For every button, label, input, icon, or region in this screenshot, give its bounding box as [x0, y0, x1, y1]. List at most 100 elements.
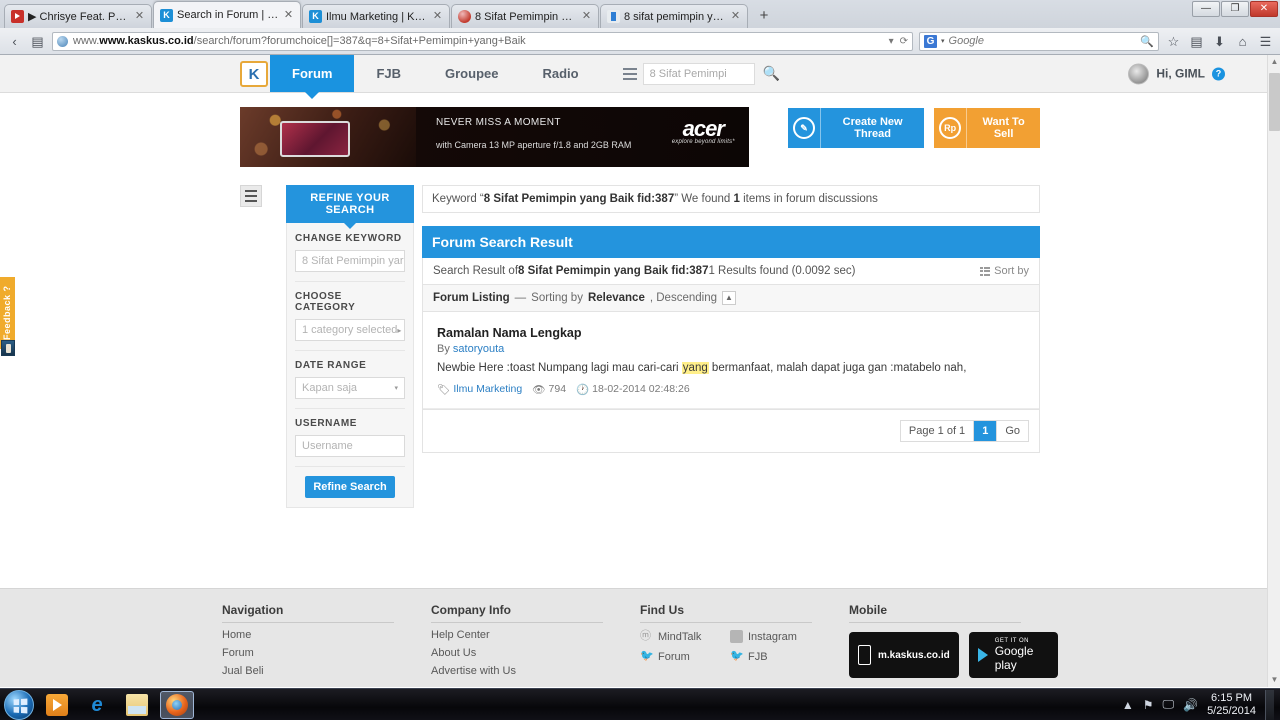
username-value: Username	[302, 440, 353, 452]
result-item[interactable]: Ramalan Nama Lengkap By satoryouta Newbi…	[423, 312, 1039, 409]
site-header: K Forum FJB Groupee Radio 8 Sifat Pemimp…	[0, 55, 1280, 93]
mobile-site-label: m.kaskus.co.id	[878, 649, 950, 661]
tab-close-icon[interactable]: ✕	[730, 11, 741, 22]
grid-menu-icon[interactable]	[619, 64, 641, 84]
browser-tab-3[interactable]: Ilmu Marketing | Kaskus - ... ✕	[302, 4, 450, 28]
kaskus-logo[interactable]: K	[240, 60, 268, 87]
feedback-tab[interactable]: Feedback ?	[0, 277, 15, 349]
windows-start-orb[interactable]	[4, 689, 34, 720]
network-icon[interactable]: ⚑	[1143, 698, 1154, 712]
acer-ad-banner[interactable]: NEVER MISS A MOMENT with Camera 13 MP ap…	[240, 107, 749, 167]
taskbar-item-firefox[interactable]	[160, 690, 194, 719]
home-icon[interactable]: ⌂	[1234, 33, 1251, 50]
find-us-mindtalk[interactable]: ⓜ MindTalk	[640, 630, 730, 643]
footer-link-forum[interactable]: Forum	[222, 647, 431, 659]
hamburger-menu-icon[interactable]: ☰	[1257, 33, 1274, 50]
browser-tab-4[interactable]: 8 Sifat Pemimpin yang Baik.. ✕	[451, 4, 599, 28]
reload-icon[interactable]: ⟳	[900, 36, 908, 47]
nav-tab-radio[interactable]: Radio	[520, 55, 600, 92]
page-number-1[interactable]: 1	[974, 420, 998, 441]
find-us-fjb[interactable]: 🐦 FJB	[730, 650, 820, 663]
taskbar-item-file-explorer[interactable]	[120, 691, 154, 719]
result-title[interactable]: Ramalan Nama Lengkap	[437, 326, 1025, 340]
footer-link-home[interactable]: Home	[222, 629, 431, 641]
tab-close-icon[interactable]: ✕	[432, 11, 443, 22]
result-category[interactable]: 🏷 Ilmu Marketing	[437, 383, 522, 396]
search-icon[interactable]: 🔍	[1140, 35, 1154, 48]
username-input[interactable]: Username	[295, 435, 405, 457]
close-button[interactable]: ✕	[1250, 1, 1278, 17]
header-search-value: 8 Sifat Pemimpi	[649, 67, 727, 80]
help-icon[interactable]: ?	[1212, 67, 1225, 80]
show-desktop-button[interactable]	[1265, 689, 1274, 720]
nav-label: Forum	[292, 66, 333, 81]
page-indicator: Page 1 of 1	[901, 420, 975, 441]
minimize-button[interactable]: —	[1192, 1, 1220, 17]
google-play-badge[interactable]: GET IT ON Google play	[968, 632, 1058, 678]
caret-up-icon[interactable]: ▲	[721, 291, 736, 305]
footer-heading: Navigation	[222, 603, 394, 623]
taskbar-item-windows-media-player[interactable]	[40, 691, 74, 719]
nav-tab-groupee[interactable]: Groupee	[423, 55, 520, 92]
footer-heading: Company Info	[431, 603, 603, 623]
browser-tab-2[interactable]: Search in Forum | Kaskus - ... ✕	[153, 1, 301, 28]
scroll-down-icon[interactable]: ▼	[1268, 673, 1280, 687]
site-identity-icon	[57, 35, 68, 47]
maximize-button[interactable]: ❐	[1221, 1, 1249, 17]
nav-tab-forum[interactable]: Forum	[270, 55, 355, 92]
nav-tab-fjb[interactable]: FJB	[354, 55, 423, 92]
find-us-instagram[interactable]: Instagram	[730, 630, 820, 643]
footer-link-jual-beli[interactable]: Jual Beli	[222, 665, 431, 677]
system-tray: ▲ ⚑ 🖵 🔊 6:15 PM 5/25/2014	[1122, 689, 1280, 720]
new-tab-button[interactable]: +	[753, 6, 775, 28]
downloads-icon[interactable]: ⬇	[1211, 33, 1228, 50]
show-hidden-icons-icon[interactable]: ▲	[1122, 698, 1134, 712]
url-bar[interactable]: www.www.kaskus.co.id/search/forum?forumc…	[52, 31, 913, 51]
browser-tab-1[interactable]: ▶ Chrisye Feat. Peterpan - ... ✕	[4, 4, 152, 28]
choose-category-select[interactable]: 1 category selected ▸	[295, 319, 405, 341]
browser-tab-5[interactable]: 8 sifat pemimpin yang baik... ✕	[600, 4, 748, 28]
search-bar[interactable]: G ▾ Google 🔍	[919, 31, 1159, 51]
scroll-up-icon[interactable]: ▲	[1268, 55, 1280, 69]
bookmarks-icon[interactable]: ▤	[29, 33, 46, 50]
page-scrollbar[interactable]: ▲ ▼	[1267, 55, 1280, 687]
firefox-icon	[166, 693, 188, 716]
change-keyword-input[interactable]: 8 Sifat Pemimpin yar	[295, 250, 405, 272]
action-center-icon[interactable]: 🖵	[1163, 697, 1175, 712]
side-widget-icon[interactable]	[1, 340, 15, 356]
search-icon[interactable]: 🔍	[763, 65, 780, 82]
create-new-thread-button[interactable]: ✎ Create New Thread	[787, 108, 925, 148]
twitter-icon: 🐦	[640, 650, 654, 662]
refine-search-button[interactable]: Refine Search	[305, 476, 395, 498]
reader-mode-icon[interactable]: ▤	[1188, 33, 1205, 50]
tab-strip: ▶ Chrisye Feat. Peterpan - ... ✕ Search …	[0, 0, 1280, 28]
volume-icon[interactable]: 🔊	[1183, 698, 1198, 712]
chevron-down-icon[interactable]: ▾	[941, 37, 945, 45]
footer-link-advertise[interactable]: Advertise with Us	[431, 665, 640, 677]
tab-close-icon[interactable]: ✕	[283, 9, 294, 21]
find-us-forum[interactable]: 🐦 Forum	[640, 650, 730, 663]
tab-close-icon[interactable]: ✕	[134, 11, 145, 22]
windows-taskbar: e ▲ ⚑ 🖵 🔊 6:15 PM 5/25/2014	[0, 688, 1280, 720]
keyword-summary-bar: Keyword “8 Sifat Pemimpin yang Baik fid:…	[422, 185, 1040, 213]
ad-subline: with Camera 13 MP aperture f/1.8 and 2GB…	[436, 140, 632, 150]
go-button[interactable]: Go	[997, 421, 1028, 441]
header-search-input[interactable]: 8 Sifat Pemimpi	[642, 62, 755, 85]
footer-link-help-center[interactable]: Help Center	[431, 629, 640, 641]
sort-by-button[interactable]: Sort by	[980, 265, 1029, 277]
taskbar-item-internet-explorer[interactable]: e	[80, 691, 114, 719]
result-author-link[interactable]: satoryouta	[453, 343, 504, 355]
date-range-select[interactable]: Kapan saja ▾	[295, 377, 405, 399]
sidebar-toggle-icon[interactable]	[240, 185, 262, 207]
tab-close-icon[interactable]: ✕	[581, 11, 592, 22]
bookmark-star-icon[interactable]: ☆	[1165, 33, 1182, 50]
user-area[interactable]: Hi, GIML ?	[1128, 63, 1225, 84]
clock[interactable]: 6:15 PM 5/25/2014	[1207, 692, 1256, 718]
scrollbar-thumb[interactable]	[1269, 73, 1280, 131]
want-to-sell-button[interactable]: Rp Want To Sell	[934, 108, 1040, 148]
mobile-site-badge[interactable]: m.kaskus.co.id	[849, 632, 959, 678]
back-arrow-icon[interactable]: ‹	[6, 33, 23, 50]
search-input[interactable]: Google	[949, 35, 984, 47]
dropdown-marker-icon[interactable]: ▾	[889, 36, 894, 47]
footer-link-about-us[interactable]: About Us	[431, 647, 640, 659]
